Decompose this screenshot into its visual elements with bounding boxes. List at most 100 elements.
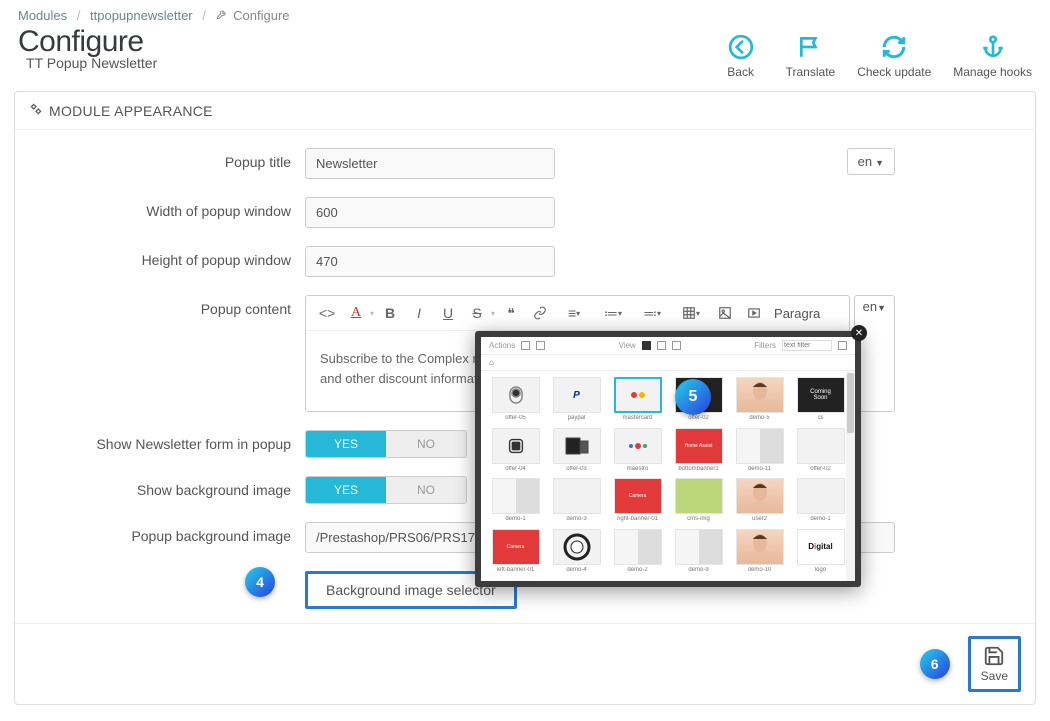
file-item[interactable]: user2 xyxy=(731,478,788,525)
link-icon[interactable] xyxy=(527,301,553,325)
manage-hooks-button[interactable]: Manage hooks xyxy=(953,33,1032,79)
strikethrough-icon[interactable]: S xyxy=(464,301,490,325)
file-item[interactable]: demo-9 xyxy=(670,529,727,576)
file-item[interactable]: demo-5 xyxy=(731,377,788,424)
file-item-caption: maestro xyxy=(627,466,649,472)
number-list-icon[interactable]: ≕▾ xyxy=(634,301,670,325)
toggle-no[interactable]: NO xyxy=(386,431,466,457)
callout-4: 4 xyxy=(245,567,275,597)
close-icon[interactable]: ✕ xyxy=(851,325,867,341)
translate-button[interactable]: Translate xyxy=(786,33,836,79)
width-input[interactable] xyxy=(305,197,555,228)
fb-view-label: View xyxy=(619,341,636,350)
back-button[interactable]: Back xyxy=(718,33,764,79)
italic-icon[interactable]: I xyxy=(406,301,432,325)
bold-icon[interactable]: B xyxy=(377,301,403,325)
file-item-caption: demo-10 xyxy=(748,567,772,573)
align-icon[interactable]: ≡▾ xyxy=(556,301,592,325)
underline-icon[interactable]: U xyxy=(435,301,461,325)
fb-view-list-icon[interactable] xyxy=(672,341,681,350)
file-item-caption: left-banner-01 xyxy=(497,567,534,573)
file-item-caption: demo-1 xyxy=(810,516,830,522)
toolbar-label: Translate xyxy=(786,65,836,79)
paragraph-select[interactable]: Paragra xyxy=(770,304,824,323)
file-item[interactable]: mastercard xyxy=(609,377,666,424)
lang-dropdown[interactable]: en▼ xyxy=(847,148,895,175)
file-item[interactable]: demo-1 xyxy=(792,478,849,525)
file-item[interactable]: demo-4 xyxy=(548,529,605,576)
file-item[interactable]: Cameraleft-banner-01 xyxy=(487,529,544,576)
wrench-icon xyxy=(216,8,232,23)
callout-6: 6 xyxy=(920,649,950,679)
show-bg-toggle[interactable]: YES NO xyxy=(305,476,467,504)
source-code-icon[interactable]: <> xyxy=(314,301,340,325)
file-item[interactable]: offer-05 xyxy=(487,377,544,424)
fb-sort-icon[interactable] xyxy=(838,341,847,350)
save-label: Save xyxy=(981,669,1008,683)
toolbar-label: Check update xyxy=(857,65,931,79)
file-item[interactable]: maestro xyxy=(609,428,666,475)
file-item-caption: cms-img xyxy=(687,516,710,522)
toggle-yes[interactable]: YES xyxy=(306,477,386,503)
file-item[interactable]: offer-02 xyxy=(792,428,849,475)
file-browser-dialog: ✕ Actions View Filters ⌂ xyxy=(475,331,861,587)
file-item[interactable]: demo-3 xyxy=(548,478,605,525)
lang-value: en xyxy=(858,154,872,169)
file-item-caption: cs xyxy=(818,415,824,421)
fb-scrollbar[interactable] xyxy=(846,371,855,581)
fb-filters-label: Filters xyxy=(754,341,776,350)
toggle-yes[interactable]: YES xyxy=(306,431,386,457)
file-item[interactable]: demo-2 xyxy=(609,529,666,576)
save-button[interactable]: Save xyxy=(968,636,1021,692)
file-item[interactable]: Home Assistbottombanner1 xyxy=(670,428,727,475)
panel-footer: 6 Save xyxy=(15,623,1035,704)
file-item[interactable]: Digitallogo xyxy=(792,529,849,576)
file-browser-topbar: Actions View Filters xyxy=(481,337,855,355)
image-icon[interactable] xyxy=(712,301,738,325)
file-item[interactable]: Cameraright-banner-01 xyxy=(609,478,666,525)
page-toolbar: Back Translate Check update Manage hooks xyxy=(718,27,1032,79)
bullet-list-icon[interactable]: ≔▾ xyxy=(595,301,631,325)
file-item-caption: offer-05 xyxy=(505,415,526,421)
file-item[interactable]: offer-03 xyxy=(548,428,605,475)
breadcrumb-module[interactable]: ttpopupnewsletter xyxy=(90,8,193,23)
check-update-button[interactable]: Check update xyxy=(857,33,931,79)
fb-view-large-icon[interactable] xyxy=(657,341,666,350)
blockquote-icon[interactable]: ❝ xyxy=(498,301,524,325)
fb-view-grid-icon[interactable] xyxy=(642,341,651,350)
file-item[interactable]: Ppaypal xyxy=(548,377,605,424)
gears-icon xyxy=(29,102,43,119)
file-item-caption: offer-03 xyxy=(566,466,587,472)
text-color-icon[interactable]: A xyxy=(343,301,369,325)
file-item[interactable]: cms-img xyxy=(670,478,727,525)
fb-action-upload-icon[interactable] xyxy=(536,341,545,350)
content-label: Popup content xyxy=(35,295,305,317)
file-item-caption: demo-2 xyxy=(627,567,647,573)
file-item-caption: offer-04 xyxy=(505,466,526,472)
breadcrumb-modules[interactable]: Modules xyxy=(18,8,67,23)
toggle-no[interactable]: NO xyxy=(386,477,466,503)
editor-toolbar: <> A ▾ B I U S ▾ ❝ ≡▾ ≔▾ ≕▾ xyxy=(306,296,849,331)
file-item[interactable]: demo-11 xyxy=(731,428,788,475)
file-item-caption: bottombanner1 xyxy=(678,466,718,472)
file-item[interactable]: demo-1 xyxy=(487,478,544,525)
show-bg-label: Show background image xyxy=(35,476,305,498)
file-item-caption: mastercard xyxy=(622,415,652,421)
file-item[interactable]: offer-04 xyxy=(487,428,544,475)
fb-action-add-icon[interactable] xyxy=(521,341,530,350)
file-item[interactable]: demo-10 xyxy=(731,529,788,576)
show-form-toggle[interactable]: YES NO xyxy=(305,430,467,458)
callout-5: 5 xyxy=(675,379,711,415)
fb-filter-input[interactable] xyxy=(782,340,832,351)
file-item[interactable]: ComingSooncs xyxy=(792,377,849,424)
fb-breadcrumb[interactable]: ⌂ xyxy=(481,355,855,371)
video-icon[interactable] xyxy=(741,301,767,325)
height-input[interactable] xyxy=(305,246,555,277)
flag-icon xyxy=(796,33,824,61)
file-item-caption: demo-11 xyxy=(748,466,771,472)
file-item-caption: demo-1 xyxy=(505,516,525,522)
breadcrumb: Modules / ttpopupnewsletter / Configure xyxy=(0,0,1050,27)
table-icon[interactable]: ▾ xyxy=(673,301,709,325)
page-title: Configure xyxy=(18,27,157,57)
popup-title-input[interactable] xyxy=(305,148,555,179)
